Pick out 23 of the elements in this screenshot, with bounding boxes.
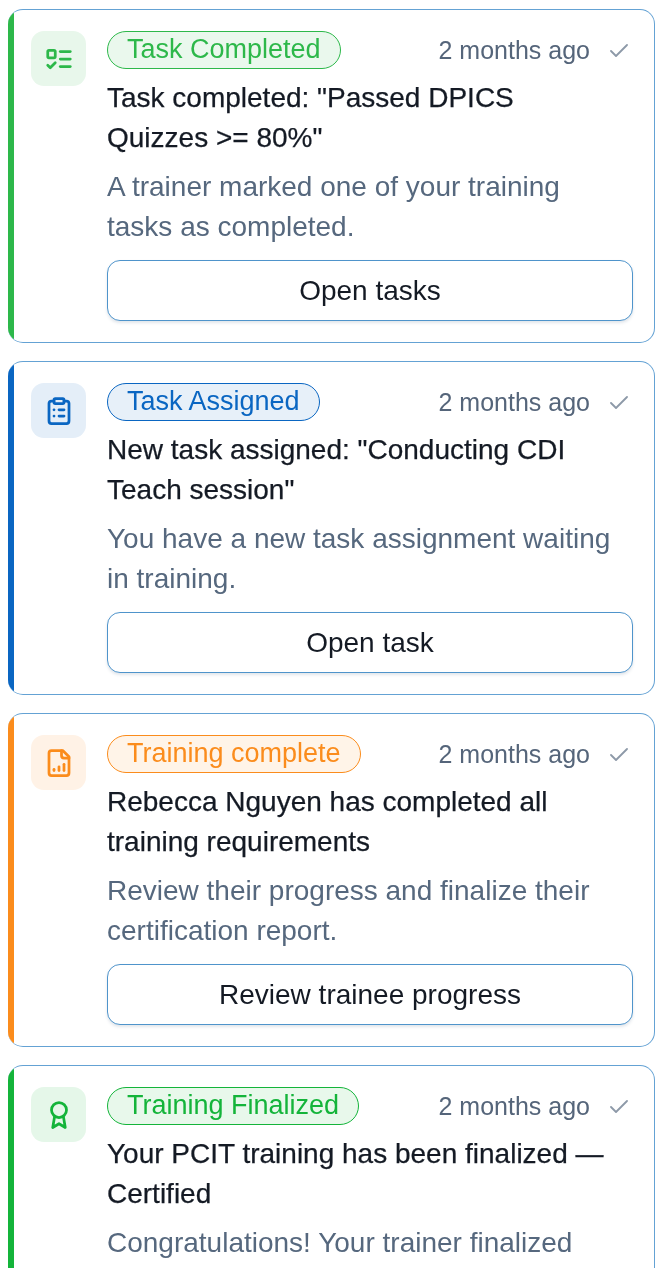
category-badge: Training Finalized [107, 1087, 360, 1125]
notification-description: A trainer marked one of your training tasks as completed. [107, 170, 561, 244]
action-button[interactable]: Review trainee progress [107, 964, 633, 1025]
action-button[interactable]: Open tasks [107, 260, 633, 321]
timestamp: 2 months ago [438, 387, 590, 417]
notification-description: Review their progress and finalize their certification report. [107, 874, 591, 948]
notification-description: Congratulations! Your trainer finalized [107, 1226, 574, 1260]
category-badge: Task Completed [107, 31, 341, 69]
notification-title: New task assigned: "Conducting CDI Teach session" [107, 433, 567, 507]
timestamp: 2 months ago [438, 739, 590, 769]
timestamp: 2 months ago [438, 35, 590, 65]
notification-title: Your PCIT training has been finalized — Certified [107, 1137, 605, 1211]
checklist-icon [31, 31, 86, 86]
clipboard-list-icon [31, 383, 86, 438]
timestamp: 2 months ago [438, 1091, 590, 1121]
category-badge: Training complete [107, 735, 361, 773]
notification-title: Rebecca Nguyen has completed all training requirements [107, 785, 549, 859]
file-chart-icon [31, 735, 86, 790]
notification-title: Task completed: "Passed DPICS Quizzes >= 80%" [107, 81, 515, 155]
category-badge: Task Assigned [107, 383, 320, 421]
award-ribbon-icon [31, 1087, 86, 1142]
action-button[interactable]: Open task [107, 612, 633, 673]
notification-description: You have a new task assignment waiting in training. [107, 522, 612, 596]
